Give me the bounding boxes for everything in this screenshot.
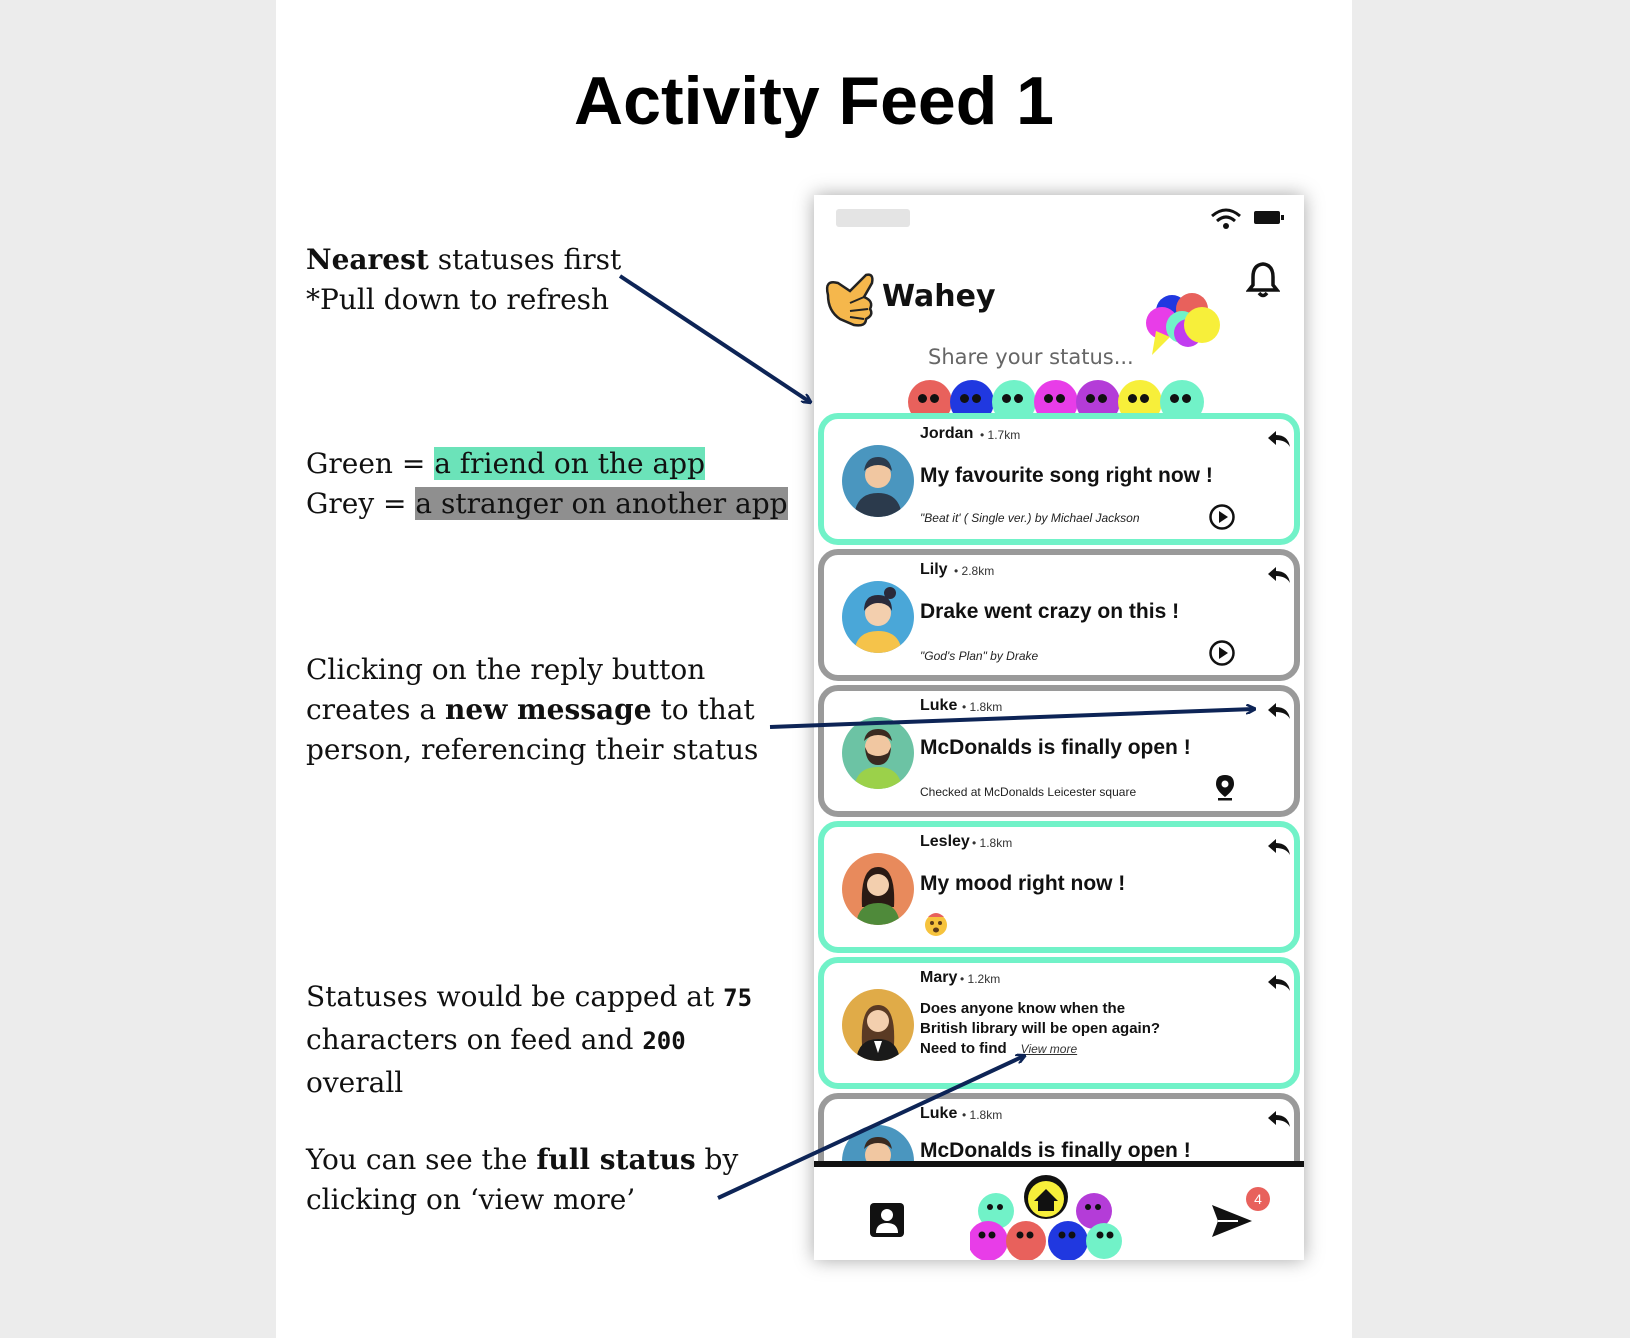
status-bubbles-icon bbox=[1146, 293, 1220, 355]
status-distance: • 2.8km bbox=[954, 564, 995, 578]
bell-icon[interactable] bbox=[1246, 261, 1280, 299]
status-card[interactable]: Jordan • 1.7km My favourite song right n… bbox=[818, 413, 1300, 545]
legend-grey-label: Grey = bbox=[306, 487, 416, 520]
wifi-icon bbox=[1211, 208, 1241, 229]
status-subtitle: "Beat it' ( Single ver.) by Michael Jack… bbox=[920, 511, 1140, 525]
mood-blob-row[interactable] bbox=[908, 380, 1208, 424]
status-author[interactable]: Lesley bbox=[920, 833, 970, 851]
status-bar-time bbox=[836, 209, 910, 227]
avatar bbox=[842, 445, 914, 517]
status-author[interactable]: Lily bbox=[920, 561, 948, 579]
status-text-line1: Does anyone know when the bbox=[920, 1000, 1126, 1017]
app-name: Wahey bbox=[882, 279, 996, 314]
status-title: McDonalds is finally open ! bbox=[920, 1139, 1191, 1162]
status-title: Drake went crazy on this ! bbox=[920, 600, 1180, 623]
mind-blown-emoji-icon bbox=[925, 913, 947, 936]
status-author[interactable]: Mary bbox=[920, 969, 957, 987]
status-author[interactable]: Jordan bbox=[920, 425, 973, 443]
status-text-line2: British library will be open again? bbox=[920, 1020, 1161, 1037]
note-cap: Statuses would be capped at 75 character… bbox=[306, 976, 752, 1104]
avatar bbox=[842, 853, 914, 925]
avatar bbox=[842, 717, 914, 789]
note-cap-feed: 75 bbox=[723, 984, 753, 1012]
location-pin-icon[interactable] bbox=[1214, 773, 1236, 801]
note-cap-a: Statuses would be capped at bbox=[306, 980, 724, 1013]
note-full-bold: full status bbox=[536, 1143, 696, 1176]
note-nearest: Nearest statuses first *Pull down to ref… bbox=[306, 240, 621, 320]
reply-icon[interactable] bbox=[1266, 837, 1292, 857]
note-reply-b: to that bbox=[651, 693, 755, 726]
view-more-link[interactable]: View more bbox=[1021, 1042, 1077, 1056]
note-full: You can see the full status by clicking … bbox=[306, 1140, 738, 1220]
status-card[interactable]: Luke • 1.8km McDonalds is finally open !… bbox=[818, 685, 1300, 817]
note-reply: Clicking on the reply button creates a n… bbox=[306, 650, 758, 770]
note-pull: *Pull down to refresh bbox=[306, 283, 610, 316]
legend-green-text: a friend on the app bbox=[434, 447, 705, 480]
status-card[interactable]: Lesley • 1.8km My mood right now ! bbox=[818, 821, 1300, 953]
phone-mockup: Wahey Share your status... Jordan • 1.7k… bbox=[814, 195, 1304, 1260]
wahey-logo-icon bbox=[825, 273, 874, 327]
note-cap-b: characters on feed and bbox=[306, 1023, 643, 1056]
play-icon[interactable] bbox=[1208, 639, 1236, 667]
note-cap-overall: 200 bbox=[642, 1027, 686, 1055]
send-messages-icon[interactable] bbox=[1210, 1201, 1254, 1241]
status-text-line3: Need to find bbox=[920, 1040, 1007, 1057]
note-full-a: You can see the bbox=[306, 1143, 537, 1176]
reply-icon[interactable] bbox=[1266, 701, 1292, 721]
status-author[interactable]: Luke bbox=[920, 1105, 957, 1123]
note-reply-bold: new message bbox=[445, 693, 652, 726]
note-cap-line3: overall bbox=[306, 1066, 404, 1099]
status-card[interactable]: Lily • 2.8km Drake went crazy on this ! … bbox=[818, 549, 1300, 681]
status-distance: • 1.7km bbox=[980, 428, 1021, 442]
slide-title: Activity Feed 1 bbox=[574, 63, 1054, 139]
status-subtitle: "God's Plan" by Drake bbox=[920, 649, 1039, 663]
status-subtitle: Checked at McDonalds Leicester square bbox=[920, 785, 1137, 799]
status-distance: • 1.8km bbox=[972, 836, 1013, 850]
status-distance: • 1.8km bbox=[962, 1108, 1003, 1122]
status-card[interactable]: Mary • 1.2km Does anyone know when the B… bbox=[818, 957, 1300, 1089]
avatar bbox=[842, 581, 914, 653]
messages-badge: 4 bbox=[1246, 1187, 1270, 1211]
legend-green-label: Green = bbox=[306, 447, 435, 480]
reply-icon[interactable] bbox=[1266, 973, 1292, 993]
avatar bbox=[842, 989, 914, 1061]
profile-icon[interactable] bbox=[868, 1201, 906, 1239]
note-full-b: by bbox=[695, 1143, 739, 1176]
note-reply-line3: person, referencing their status bbox=[306, 733, 759, 766]
status-author[interactable]: Luke bbox=[920, 697, 957, 715]
battery-icon bbox=[1254, 211, 1284, 224]
status-title: My mood right now ! bbox=[920, 872, 1126, 895]
status-distance: • 1.2km bbox=[960, 972, 1001, 986]
status-title: McDonalds is finally open ! bbox=[920, 736, 1191, 759]
status-title: My favourite song right now ! bbox=[920, 464, 1213, 487]
note-legend: Green = a friend on the app Grey = a str… bbox=[306, 444, 788, 524]
note-full-line2: clicking on ‘view more’ bbox=[306, 1183, 636, 1216]
status-text: Does anyone know when the British librar… bbox=[920, 999, 1180, 1059]
status-distance: • 1.8km bbox=[962, 700, 1003, 714]
play-icon[interactable] bbox=[1208, 503, 1236, 531]
reply-icon[interactable] bbox=[1266, 1109, 1292, 1129]
home-tab-icon[interactable] bbox=[970, 1175, 1140, 1260]
reply-icon[interactable] bbox=[1266, 565, 1292, 585]
share-status-prompt[interactable]: Share your status... bbox=[928, 345, 1134, 369]
note-nearest-rest: statuses first bbox=[428, 243, 622, 276]
note-reply-a: creates a bbox=[306, 693, 446, 726]
legend-grey-text: a stranger on another app bbox=[415, 487, 788, 520]
reply-icon[interactable] bbox=[1266, 429, 1292, 449]
note-reply-line1: Clicking on the reply button bbox=[306, 653, 706, 686]
note-nearest-bold: Nearest bbox=[306, 243, 429, 276]
